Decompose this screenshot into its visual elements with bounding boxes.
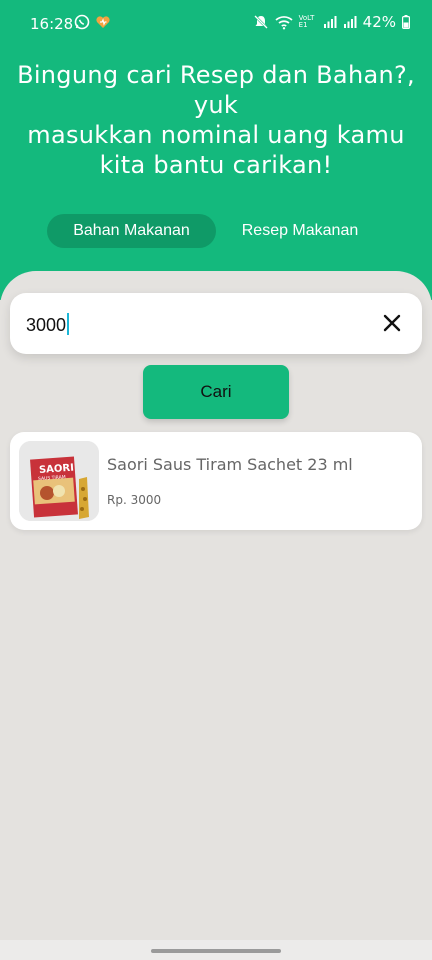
signal-icon bbox=[343, 15, 357, 29]
close-icon[interactable] bbox=[382, 313, 402, 333]
wifi-icon bbox=[275, 14, 293, 30]
tab-bar: Bahan Makanan Resep Makanan bbox=[0, 214, 432, 248]
product-image: SAORI SAUS TIRAM bbox=[19, 441, 99, 521]
volte-label: VoLTE1 bbox=[298, 14, 315, 29]
battery-percent: 42% bbox=[362, 13, 396, 31]
product-title: Saori Saus Tiram Sachet 23 ml bbox=[107, 455, 353, 474]
home-indicator[interactable] bbox=[151, 949, 281, 953]
search-button[interactable]: Cari bbox=[143, 365, 289, 419]
search-input-value: 3000 bbox=[26, 315, 67, 335]
mute-icon bbox=[253, 14, 269, 30]
headline-line: kita bantu carikan! bbox=[99, 151, 333, 179]
status-time: 16:28 bbox=[30, 15, 74, 33]
status-bar: 16:28 VoLTE1 42% bbox=[0, 0, 432, 48]
page-headline: Bingung cari Resep dan Bahan?, yuk masuk… bbox=[0, 60, 432, 180]
whatsapp-icon bbox=[74, 14, 90, 34]
tab-bahan-makanan[interactable]: Bahan Makanan bbox=[47, 214, 216, 248]
headline-line: Bingung cari Resep dan Bahan?, bbox=[17, 61, 415, 89]
headline-line: masukkan nominal uang kamu bbox=[27, 121, 405, 149]
search-input[interactable]: 3000 bbox=[10, 293, 422, 354]
product-price: Rp. 3000 bbox=[107, 493, 162, 507]
headline-line: yuk bbox=[193, 91, 239, 119]
text-caret bbox=[67, 313, 70, 335]
heart-app-icon bbox=[95, 14, 111, 34]
signal-icon bbox=[323, 15, 337, 29]
tab-resep-makanan[interactable]: Resep Makanan bbox=[226, 214, 374, 248]
list-item[interactable]: SAORI SAUS TIRAM Saori Saus Tiram Sachet… bbox=[10, 432, 422, 530]
battery-icon bbox=[402, 15, 410, 29]
